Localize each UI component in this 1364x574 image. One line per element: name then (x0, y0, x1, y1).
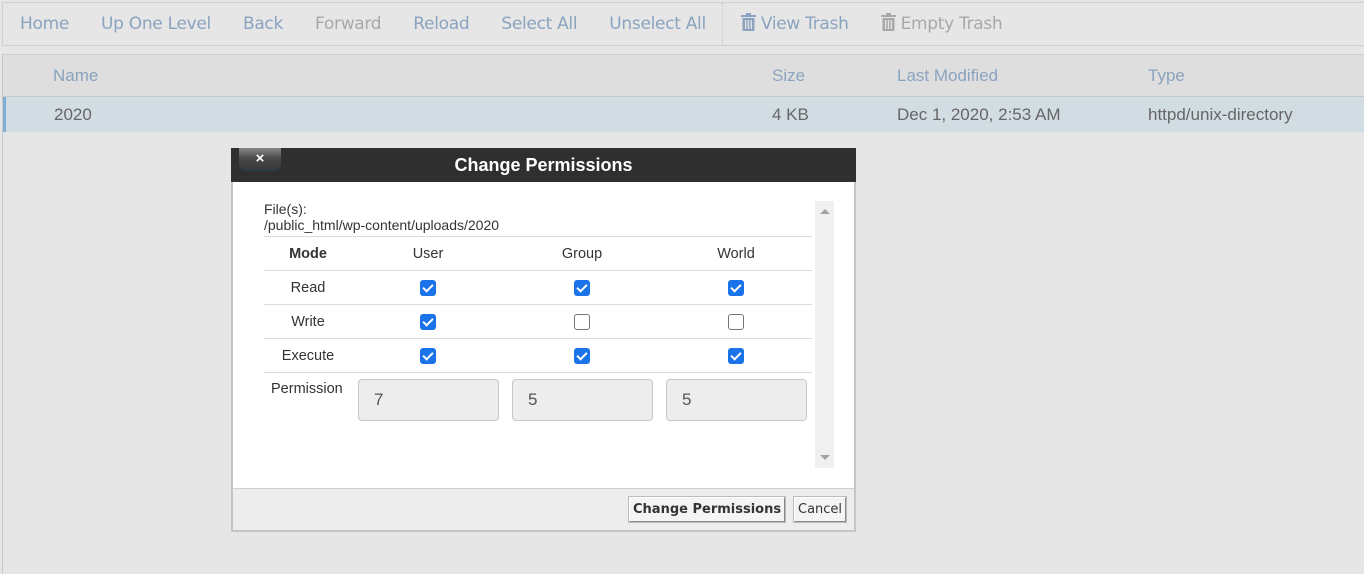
table-row[interactable]: 2020 4 KB Dec 1, 2020, 2:53 AM httpd/uni… (3, 97, 1364, 132)
cancel-button[interactable]: Cancel (794, 497, 847, 522)
permission-row-execute: Execute (264, 339, 812, 373)
file-modified: Dec 1, 2020, 2:53 AM (897, 104, 1061, 124)
empty-trash-button[interactable]: Empty Trash (865, 13, 1019, 34)
file-size: 4 KB (772, 104, 809, 124)
file-type: httpd/unix-directory (1148, 104, 1293, 124)
column-header-type[interactable]: Type (1148, 66, 1185, 86)
header-world: World (717, 245, 755, 262)
column-header-name[interactable]: Name (53, 66, 98, 86)
file-manager-toolbar: Home Up One Level Back Forward Reload Se… (2, 2, 1364, 46)
home-button[interactable]: Home (3, 14, 85, 34)
empty-trash-label: Empty Trash (900, 14, 1003, 34)
files-label: File(s): (264, 201, 307, 217)
mode-label: Write (291, 313, 325, 330)
close-icon: × (255, 150, 265, 167)
permission-row-write: Write (264, 305, 812, 339)
dialog-scrollbar[interactable] (815, 201, 834, 468)
change-permissions-button[interactable]: Change Permissions (629, 497, 786, 522)
dialog-footer: Change Permissions Cancel (233, 488, 854, 530)
column-header-last-modified[interactable]: Last Modified (897, 66, 998, 86)
group-permission-field[interactable]: 5 (512, 379, 653, 421)
permission-values-row: Permission 7 5 5 (264, 373, 812, 433)
select-all-button[interactable]: Select All (485, 14, 593, 34)
dialog-title: Change Permissions (454, 155, 633, 175)
write-world-checkbox[interactable] (728, 313, 744, 330)
permissions-table: Mode User Group World Read Write Execute (264, 236, 812, 433)
file-name: 2020 (54, 104, 92, 124)
world-permission-field[interactable]: 5 (666, 379, 807, 421)
back-button[interactable]: Back (227, 14, 299, 34)
user-permission-field[interactable]: 7 (358, 379, 499, 421)
close-button[interactable]: × (239, 148, 281, 170)
scroll-down-arrow-icon[interactable] (820, 455, 830, 460)
read-user-checkbox[interactable] (420, 279, 436, 296)
change-permissions-dialog: × Change Permissions File(s): /public_ht… (231, 148, 856, 532)
header-user: User (412, 245, 444, 262)
write-group-checkbox[interactable] (574, 313, 590, 330)
header-mode: Mode (289, 245, 327, 262)
mode-label: Read (290, 279, 326, 296)
permissions-header-row: Mode User Group World (264, 237, 812, 271)
column-header-size[interactable]: Size (772, 66, 805, 86)
unselect-all-button[interactable]: Unselect All (593, 14, 722, 34)
permission-row-read: Read (264, 271, 812, 305)
forward-button[interactable]: Forward (299, 14, 397, 34)
toolbar-divider (721, 3, 723, 45)
reload-button[interactable]: Reload (397, 14, 485, 34)
header-group: Group (561, 245, 603, 262)
scroll-up-arrow-icon[interactable] (820, 209, 830, 214)
execute-group-checkbox[interactable] (574, 347, 590, 364)
write-user-checkbox[interactable] (420, 313, 436, 330)
mode-label: Execute (281, 347, 335, 364)
trash-icon (880, 13, 896, 31)
dialog-body: File(s): /public_html/wp-content/uploads… (264, 201, 834, 468)
up-one-level-button[interactable]: Up One Level (85, 14, 227, 34)
execute-world-checkbox[interactable] (728, 347, 744, 364)
file-list-header: Name Size Last Modified Type (3, 55, 1364, 97)
dialog-header: × Change Permissions (231, 148, 856, 182)
files-path: /public_html/wp-content/uploads/2020 (264, 217, 500, 233)
trash-icon (740, 13, 756, 31)
execute-user-checkbox[interactable] (420, 347, 436, 364)
view-trash-label: View Trash (760, 14, 849, 34)
read-world-checkbox[interactable] (728, 279, 744, 296)
read-group-checkbox[interactable] (574, 279, 590, 296)
permission-label: Permission (271, 381, 343, 397)
view-trash-button[interactable]: View Trash (725, 13, 865, 34)
